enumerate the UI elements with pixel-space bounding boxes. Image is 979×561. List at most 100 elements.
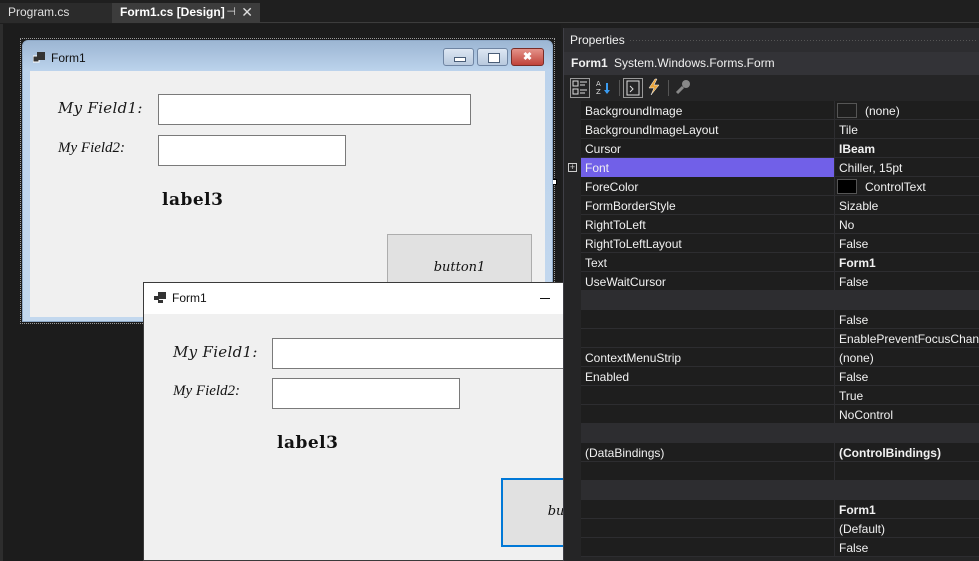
property-value[interactable]: (Default) xyxy=(839,522,885,536)
property-category[interactable] xyxy=(581,424,979,443)
events-icon xyxy=(648,78,660,96)
property-row[interactable]: BackgroundImage (none) xyxy=(581,101,979,120)
close-button[interactable]: ✖ xyxy=(511,48,544,66)
property-value[interactable]: True xyxy=(839,389,863,403)
maximize-button[interactable] xyxy=(477,48,508,66)
property-name: FormBorderStyle xyxy=(585,199,676,213)
property-row[interactable]: False xyxy=(581,310,979,329)
property-row[interactable]: ForeColor ControlText xyxy=(581,177,979,196)
drag-grip[interactable] xyxy=(629,39,976,43)
property-row[interactable]: True xyxy=(581,386,979,405)
property-row[interactable]: FormBorderStyle Sizable xyxy=(581,196,979,215)
property-row[interactable] xyxy=(581,462,979,481)
property-row[interactable]: BackgroundImageLayout Tile xyxy=(581,120,979,139)
property-value[interactable]: Sizable xyxy=(839,199,878,213)
column-divider[interactable] xyxy=(834,253,835,272)
column-divider[interactable] xyxy=(834,329,835,348)
property-row[interactable]: EnablePreventFocusChang xyxy=(581,329,979,348)
property-row[interactable]: UseWaitCursor False xyxy=(581,272,979,291)
column-divider[interactable] xyxy=(834,101,835,120)
property-value[interactable]: False xyxy=(839,370,868,384)
property-row[interactable]: Cursor IBeam xyxy=(581,139,979,158)
property-pages-button[interactable] xyxy=(674,78,694,98)
minimize-button[interactable] xyxy=(522,283,568,314)
form-title: Form1 xyxy=(172,291,207,305)
property-value[interactable]: IBeam xyxy=(839,142,875,156)
tab-program-cs[interactable]: Program.cs xyxy=(0,3,112,23)
property-value[interactable]: False xyxy=(839,313,868,327)
property-row[interactable]: Text Form1 xyxy=(581,253,979,272)
property-name: Cursor xyxy=(585,142,622,156)
column-divider[interactable] xyxy=(834,272,835,291)
field1-textbox[interactable] xyxy=(158,94,471,125)
column-divider[interactable] xyxy=(834,500,835,519)
property-row[interactable]: Font Chiller, 15pt xyxy=(581,158,979,177)
property-value[interactable]: No xyxy=(839,218,854,232)
property-value[interactable]: NoControl xyxy=(839,408,893,422)
tab-form1-design[interactable]: Form1.cs [Design] ⊣ ✕ xyxy=(112,3,260,23)
property-row[interactable]: (Default) xyxy=(581,519,979,538)
minimize-button[interactable] xyxy=(443,48,474,66)
column-divider[interactable] xyxy=(834,348,835,367)
property-value[interactable]: Form1 xyxy=(839,503,876,517)
property-value[interactable]: Tile xyxy=(839,123,858,137)
column-divider[interactable] xyxy=(834,215,835,234)
events-button[interactable] xyxy=(645,78,665,98)
property-row[interactable]: RightToLeftLayout False xyxy=(581,234,979,253)
field1-label[interactable]: My Field1: xyxy=(58,99,143,117)
property-name: Text xyxy=(585,256,608,270)
property-category[interactable] xyxy=(581,481,979,500)
properties-panel: Properties Form1 System.Windows.Forms.Fo… xyxy=(563,28,979,561)
column-divider[interactable] xyxy=(834,462,835,481)
property-row[interactable]: (DataBindings) (ControlBindings) xyxy=(581,443,979,462)
column-divider[interactable] xyxy=(834,310,835,329)
column-divider[interactable] xyxy=(834,443,835,462)
column-divider[interactable] xyxy=(834,158,835,177)
property-value[interactable]: Chiller, 15pt xyxy=(839,161,902,175)
field2-label[interactable]: My Field2: xyxy=(58,140,125,157)
properties-button[interactable] xyxy=(623,78,643,98)
column-divider[interactable] xyxy=(834,386,835,405)
field1-textbox[interactable] xyxy=(272,338,585,369)
label3[interactable]: label3 xyxy=(162,190,223,210)
column-divider[interactable] xyxy=(834,120,835,139)
column-divider[interactable] xyxy=(834,196,835,215)
properties-title: Properties xyxy=(570,33,625,47)
expand-icon[interactable]: + xyxy=(568,163,577,172)
property-category[interactable] xyxy=(581,291,979,310)
property-row[interactable]: Form1 xyxy=(581,500,979,519)
property-value[interactable]: False xyxy=(839,237,868,251)
property-grid[interactable]: BackgroundImage (none) BackgroundImageLayo… xyxy=(564,101,979,561)
field2-textbox[interactable] xyxy=(272,378,460,409)
property-value[interactable]: (none) xyxy=(865,104,900,118)
field2-textbox[interactable] xyxy=(158,135,346,166)
property-value[interactable]: False xyxy=(839,275,868,289)
property-value[interactable]: Form1 xyxy=(839,256,876,270)
column-divider[interactable] xyxy=(834,234,835,253)
property-value[interactable]: (ControlBindings) xyxy=(839,446,941,460)
column-divider[interactable] xyxy=(834,367,835,386)
close-tab-icon[interactable]: ✕ xyxy=(241,3,253,21)
property-value[interactable]: False xyxy=(839,541,868,555)
property-row[interactable]: ContextMenuStrip (none) xyxy=(581,348,979,367)
property-row[interactable]: Enabled False xyxy=(581,367,979,386)
property-value[interactable]: EnablePreventFocusChang xyxy=(839,332,979,346)
property-row[interactable]: False xyxy=(581,538,979,557)
property-row[interactable]: NoControl xyxy=(581,405,979,424)
object-selector[interactable]: Form1 System.Windows.Forms.Form xyxy=(564,52,979,75)
column-divider[interactable] xyxy=(834,177,835,196)
property-name: Enabled xyxy=(585,370,630,384)
property-row[interactable]: RightToLeft No xyxy=(581,215,979,234)
toolbar-separator xyxy=(619,80,620,96)
column-divider[interactable] xyxy=(834,405,835,424)
alphabetical-button[interactable]: A Z xyxy=(594,78,614,98)
column-divider[interactable] xyxy=(834,139,835,158)
properties-title-bar[interactable]: Properties xyxy=(564,28,979,52)
column-divider[interactable] xyxy=(834,519,835,538)
column-divider[interactable] xyxy=(834,538,835,557)
property-value[interactable]: ControlText xyxy=(865,180,926,194)
property-value[interactable]: (none) xyxy=(839,351,874,365)
design-form-window[interactable]: Form1 ✖ My Field1: My Field2: label3 but… xyxy=(22,40,553,322)
categorized-button[interactable] xyxy=(570,78,590,98)
pin-icon[interactable]: ⊣ xyxy=(226,3,236,21)
